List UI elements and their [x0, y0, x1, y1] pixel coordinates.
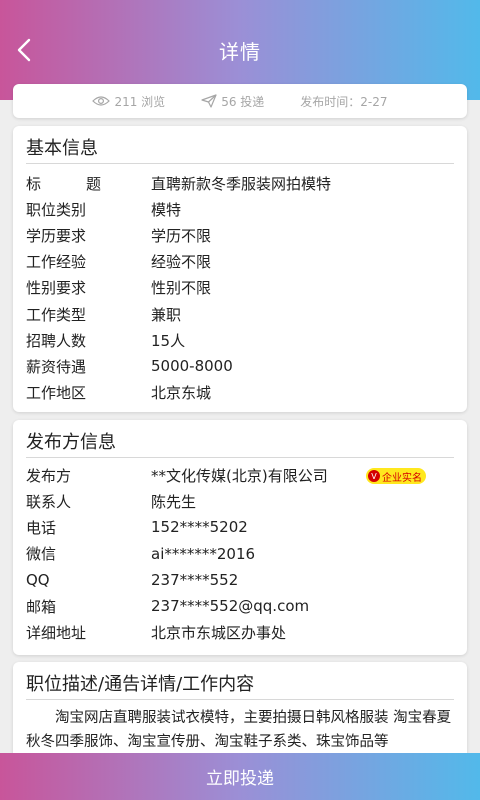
info-label: 联系人 [26, 492, 72, 511]
info-label: 详细地址 [26, 623, 87, 642]
info-value: 直聘新款冬季服装网拍模特 [151, 174, 332, 193]
info-value: 15人 [151, 331, 186, 350]
publisher-info-card: 发布方信息 发布方 **文化传媒(北京)有限公司 V 企业实名 联系人 陈先生 … [13, 420, 467, 655]
info-row-gender: 性别要求 性别不限 [13, 275, 467, 301]
publisher-row-company: 发布方 **文化传媒(北京)有限公司 V 企业实名 [13, 462, 467, 488]
eye-icon [92, 96, 111, 106]
info-value: 5000-8000 [151, 357, 233, 376]
shares-count: 56 投递 [221, 94, 265, 109]
info-row-education: 学历要求 学历不限 [13, 222, 467, 248]
views-count: 211 浏览 [114, 94, 166, 109]
info-label: 性别要求 [26, 279, 87, 298]
info-label: 工作地区 [26, 384, 87, 403]
info-value: 237****552 [151, 570, 239, 589]
info-row-experience: 工作经验 经验不限 [13, 249, 467, 275]
verified-badge-label: 企业实名 [382, 472, 422, 484]
info-label: 标题 [26, 174, 101, 193]
shares-stat: 56 投递 [201, 93, 264, 110]
info-value: 237****552@qq.com [151, 597, 310, 616]
publish-time-stat: 发布时间：2-27 [300, 93, 387, 110]
stats-bar: 211 浏览 56 投递 发布时间：2-27 [13, 84, 467, 118]
info-label: 薪资待遇 [26, 357, 87, 376]
company-name: **文化传媒(北京)有限公司 [151, 466, 328, 485]
publisher-info-title: 发布方信息 [26, 432, 116, 453]
info-label: 发布方 [26, 466, 72, 485]
info-row-headcount: 招聘人数 15人 [13, 327, 467, 353]
info-label: 学历要求 [26, 226, 87, 245]
info-label: 工作类型 [26, 305, 87, 324]
info-value: 性别不限 [151, 279, 212, 298]
basic-info-card: 基本信息 标题 直聘新款冬季服装网拍模特 职位类别 模特 学历要求 学历不限 工… [13, 126, 467, 412]
info-label: QQ [26, 570, 50, 589]
info-value: ai*******2016 [151, 544, 256, 563]
info-value: 兼职 [151, 305, 182, 324]
publisher-row-contact: 联系人 陈先生 [13, 488, 467, 514]
phone-value[interactable]: 152****5202 [151, 518, 248, 536]
info-value: 学历不限 [151, 226, 212, 245]
views-stat: 211 浏览 [92, 93, 165, 110]
info-label: 工作经验 [26, 253, 87, 272]
info-label: 招聘人数 [26, 331, 87, 350]
description-title: 职位描述/通告详情/工作内容 [26, 674, 255, 695]
info-row-salary: 薪资待遇 5000-8000 [13, 353, 467, 379]
info-label: 邮箱 [26, 597, 57, 616]
publisher-row-wechat: 微信 ai*******2016 [13, 541, 467, 567]
page-title: 详情 [219, 40, 261, 64]
basic-info-title: 基本信息 [26, 138, 98, 159]
info-value: 北京东城 [151, 384, 212, 403]
send-icon [201, 94, 217, 108]
info-row-category: 职位类别 模特 [13, 196, 467, 222]
verified-badge: V 企业实名 [366, 468, 426, 484]
info-value: 北京市东城区办事处 [151, 623, 287, 642]
description-text: 淘宝网店直聘服装试衣模特，主要拍摄日韩风格服装 淘宝春夏秋冬四季服饰、淘宝宣传册… [26, 710, 452, 750]
info-row-region: 工作地区 北京东城 [13, 380, 467, 406]
info-value: 模特 [151, 200, 182, 219]
info-row-title: 标题 直聘新款冬季服装网拍模特 [13, 170, 467, 196]
publisher-row-email: 邮箱 237****552@qq.com [13, 593, 467, 619]
info-label: 电话 [26, 518, 57, 537]
info-value: 经验不限 [151, 253, 212, 272]
publisher-row-qq: QQ 237****552 [13, 567, 467, 593]
info-value: 陈先生 [151, 492, 197, 511]
verified-v-icon: V [368, 470, 380, 482]
info-label: 微信 [26, 545, 57, 564]
publish-time: 发布时间：2-27 [300, 94, 388, 109]
apply-button[interactable]: 立即投递 [0, 753, 480, 800]
publisher-row-phone[interactable]: 电话 152****5202 [13, 514, 467, 540]
publisher-row-address: 详细地址 北京市东城区办事处 [13, 619, 467, 645]
info-row-job-type: 工作类型 兼职 [13, 301, 467, 327]
info-label: 职位类别 [26, 200, 87, 219]
